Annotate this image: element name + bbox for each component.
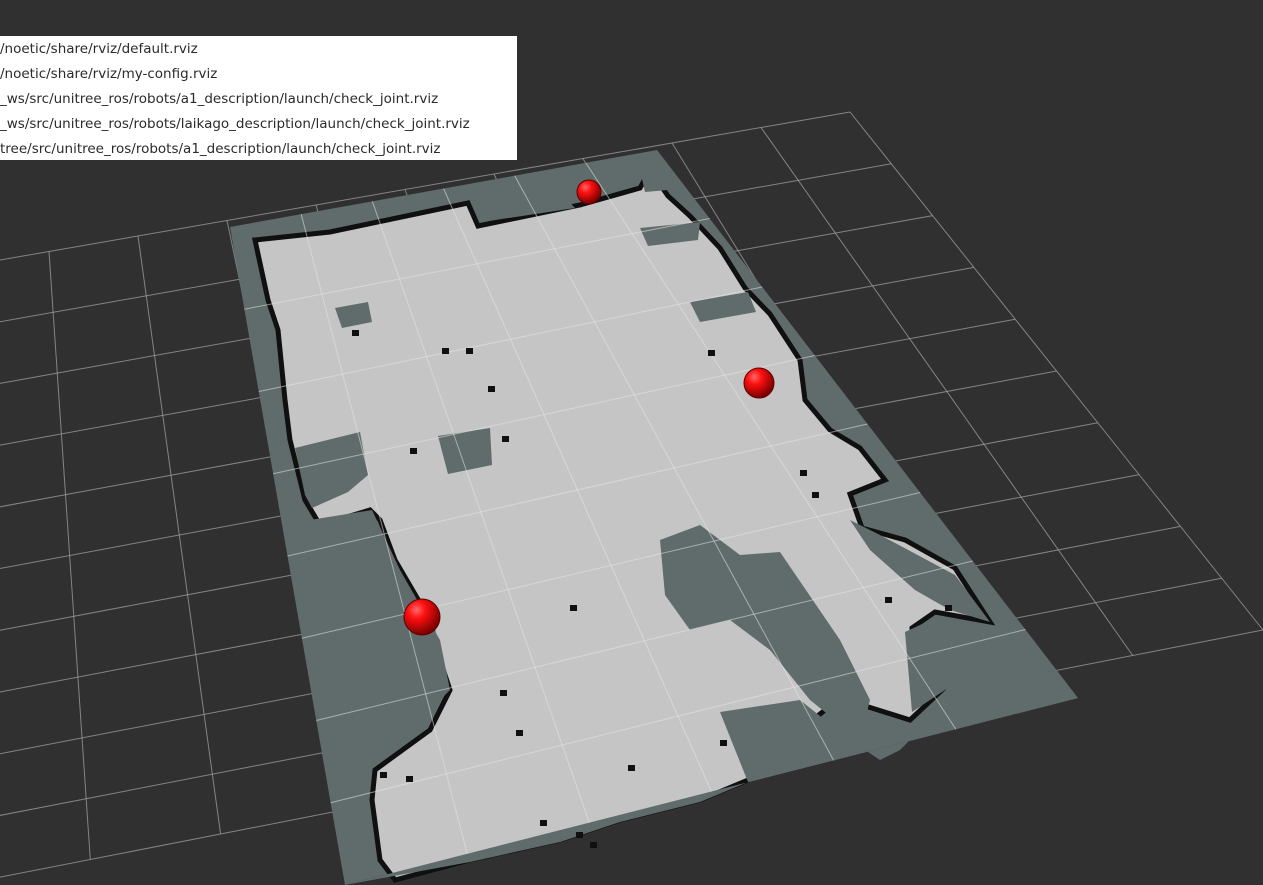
goal-marker-top <box>576 179 602 205</box>
goal-marker-right <box>743 367 775 399</box>
map-obstacle <box>502 436 509 442</box>
map-obstacle <box>576 832 583 838</box>
map-obstacle <box>590 842 597 848</box>
map-obstacle <box>500 690 507 696</box>
map-obstacle <box>708 350 715 356</box>
map-obstacle <box>488 386 495 392</box>
recent-config-item[interactable]: _ws/src/unitree_ros/robots/laikago_descr… <box>0 112 517 137</box>
recent-configs-menu[interactable]: /noetic/share/rviz/default.rviz /noetic/… <box>0 36 517 160</box>
map-obstacle <box>945 605 952 611</box>
map-obstacle <box>516 730 523 736</box>
recent-config-item[interactable]: /noetic/share/rviz/my-config.rviz <box>0 62 517 87</box>
map-obstacle <box>380 772 387 778</box>
map-obstacle <box>442 348 449 354</box>
map-obstacle <box>720 740 727 746</box>
rviz-3d-viewport[interactable]: /noetic/share/rviz/default.rviz /noetic/… <box>0 0 1263 885</box>
recent-config-item[interactable]: _ws/src/unitree_ros/robots/a1_descriptio… <box>0 87 517 112</box>
map-obstacle <box>570 605 577 611</box>
map-obstacle <box>628 765 635 771</box>
map-obstacle <box>540 820 547 826</box>
recent-config-item[interactable]: /noetic/share/rviz/default.rviz <box>0 37 517 62</box>
map-obstacle <box>352 330 359 336</box>
map-obstacle <box>800 470 807 476</box>
recent-config-item[interactable]: tree/src/unitree_ros/robots/a1_descripti… <box>0 137 517 160</box>
map-obstacle <box>466 348 473 354</box>
occupancy-grid-map <box>230 150 1078 885</box>
map-obstacle <box>410 448 417 454</box>
map-obstacle <box>885 597 892 603</box>
goal-marker-left <box>403 598 441 636</box>
map-obstacle <box>406 776 413 782</box>
map-obstacle <box>812 492 819 498</box>
